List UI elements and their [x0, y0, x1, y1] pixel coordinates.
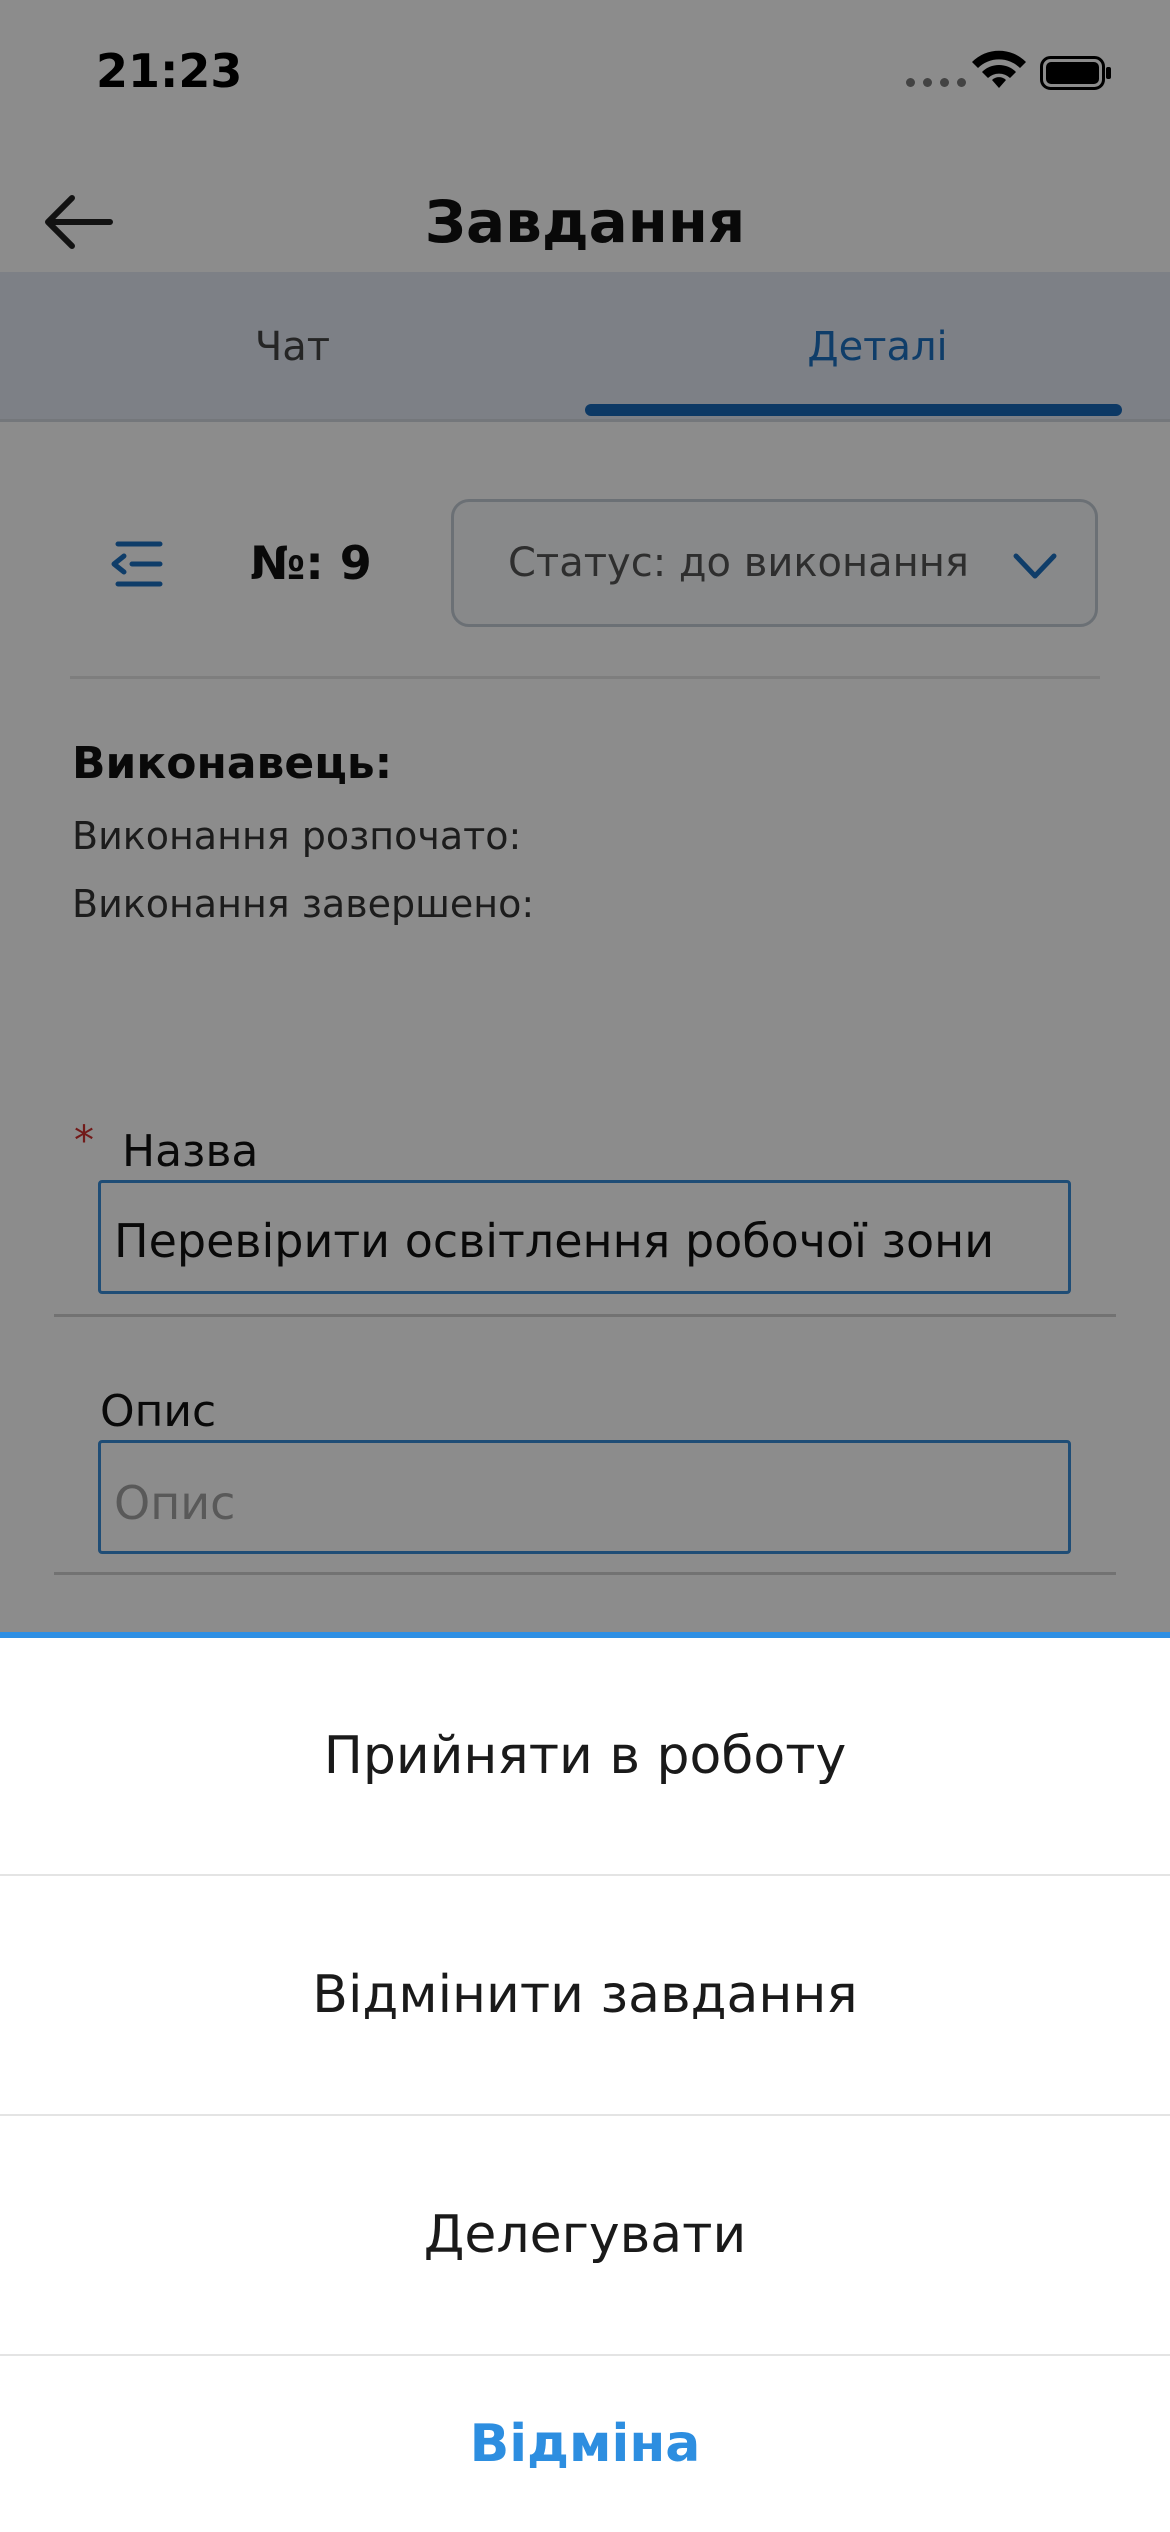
dismiss-button[interactable]: Відміна — [0, 2356, 1170, 2532]
accept-task-button[interactable]: Прийняти в роботу — [0, 1638, 1170, 1874]
cancel-task-button[interactable]: Відмінити завдання — [0, 1876, 1170, 2114]
modal-backdrop[interactable] — [0, 0, 1170, 1636]
delegate-button[interactable]: Делегувати — [0, 2116, 1170, 2354]
